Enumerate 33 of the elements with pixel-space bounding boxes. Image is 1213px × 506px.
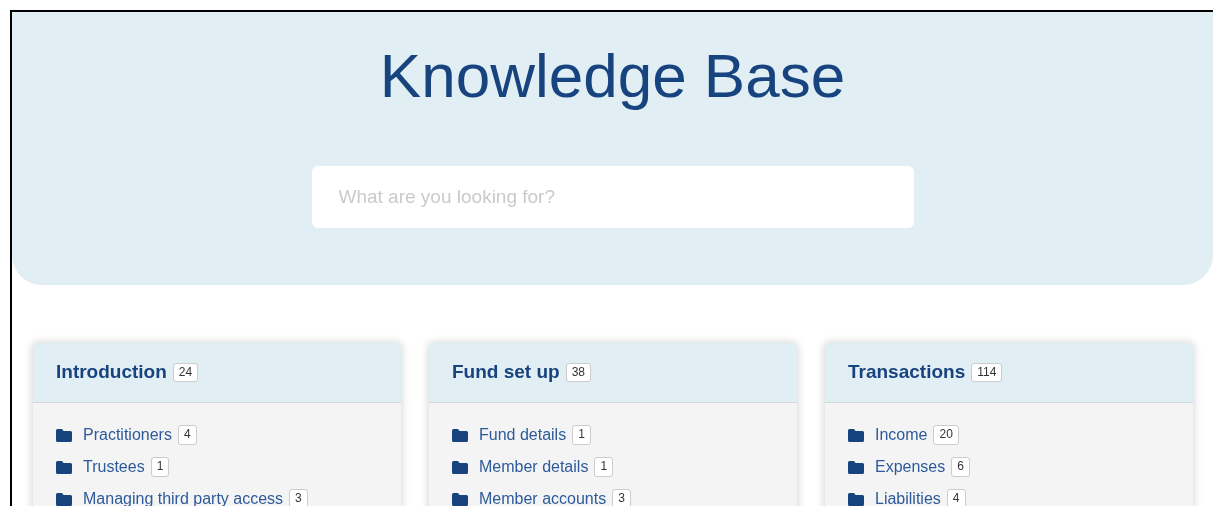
category-title[interactable]: Fund set up xyxy=(452,358,560,387)
count-badge: 1 xyxy=(572,425,591,445)
folder-icon xyxy=(452,428,468,442)
category-link[interactable]: Expenses xyxy=(875,455,946,479)
count-badge: 3 xyxy=(289,489,308,506)
count-badge: 4 xyxy=(946,489,966,506)
folder-icon xyxy=(56,460,72,474)
folder-icon xyxy=(56,428,72,442)
folder-icon xyxy=(848,460,864,474)
count-badge: 1 xyxy=(150,457,170,477)
count-badge: 20 xyxy=(933,425,959,445)
count-badge: 24 xyxy=(172,362,199,383)
category-link[interactable]: Income xyxy=(875,423,928,447)
count-badge: 4 xyxy=(177,425,197,445)
folder-icon xyxy=(452,492,468,506)
count-badge: 1 xyxy=(594,457,614,477)
category-link[interactable]: Trustees xyxy=(83,455,145,479)
category-link[interactable]: Practitioners xyxy=(83,423,172,447)
category-link[interactable]: Member accounts xyxy=(479,487,607,506)
count-badge: 114 xyxy=(971,362,1003,383)
category-link[interactable]: Fund details xyxy=(479,423,567,447)
category-link[interactable]: Liabilities xyxy=(875,487,941,506)
count-badge: 38 xyxy=(565,362,591,383)
count-badge: 6 xyxy=(951,457,970,477)
folder-icon xyxy=(848,428,864,442)
folder-icon xyxy=(452,460,468,474)
category-link[interactable]: Member details xyxy=(479,455,589,479)
category-title[interactable]: Introduction xyxy=(56,358,167,387)
category-title[interactable]: Transactions xyxy=(848,358,966,387)
count-badge: 3 xyxy=(612,489,631,506)
page-title: Knowledge Base xyxy=(379,42,846,111)
folder-icon xyxy=(56,492,72,506)
folder-icon xyxy=(848,492,864,506)
